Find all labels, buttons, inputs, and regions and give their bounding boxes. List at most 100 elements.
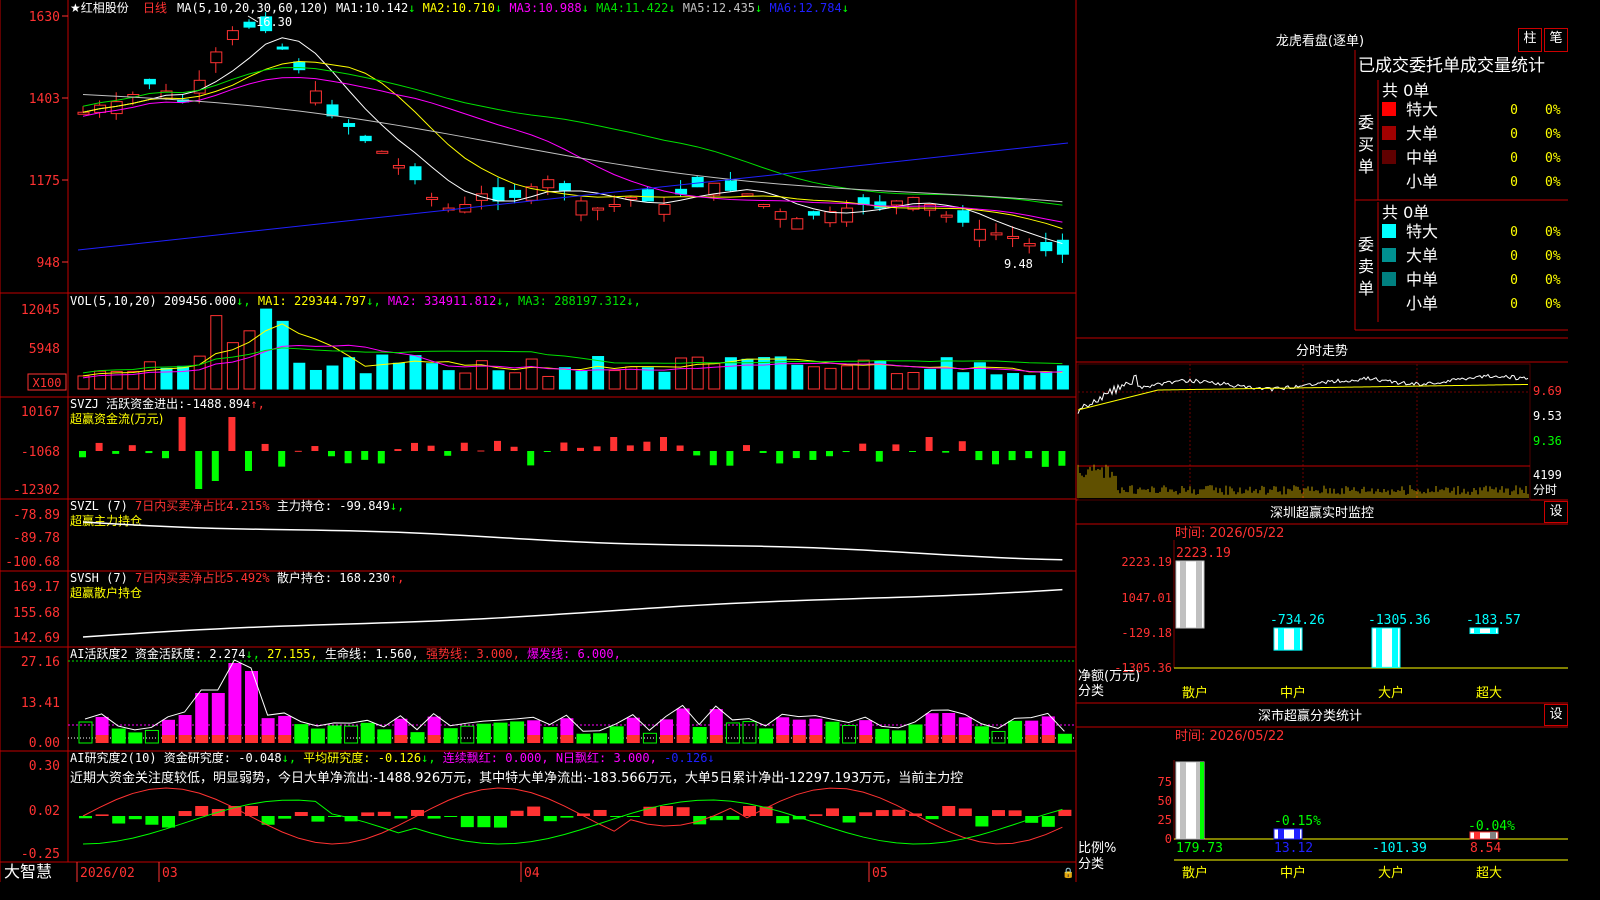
tick-view-button[interactable]: 笔: [1544, 28, 1568, 52]
vol-bar-down: [1056, 365, 1069, 390]
ai-active-bar-hot: [709, 709, 723, 735]
ai-active-bar: [1057, 733, 1072, 744]
sell-swatch: [1382, 224, 1396, 238]
candle-down: [691, 176, 704, 188]
brand-logo: 大智慧: [4, 862, 52, 881]
class-cat-label: 散户: [1182, 865, 1208, 881]
svzj-bar-down: [162, 451, 169, 459]
candle-up: [392, 164, 405, 169]
ai-active-bar: [510, 721, 525, 744]
candle-down: [359, 135, 372, 142]
price-tick: 948: [37, 256, 60, 271]
ma6-line: [77, 142, 1069, 251]
vol-bar-up: [110, 370, 123, 390]
svzl-tick: -89.78: [13, 531, 60, 546]
intraday-price-tick: 9.53: [1533, 409, 1562, 423]
svzj-bar-up: [128, 445, 136, 451]
candle-down: [409, 166, 422, 181]
stock-name-label: ★红相股份: [70, 0, 129, 15]
sell-swatch: [1382, 272, 1396, 286]
monitor-settings-button[interactable]: 设: [1544, 501, 1568, 523]
sell-row-count: 0: [1510, 273, 1518, 288]
vol-bar-up: [459, 372, 472, 390]
vol-bar-down: [309, 369, 322, 390]
svzj-bar-down: [776, 451, 784, 464]
ai-active-bar: [443, 728, 458, 744]
class-cat-label: 超大: [1476, 866, 1502, 881]
main-chart-area[interactable]: ★红相股份 日线 MA(5,10,20,30,60,120) MA1:10.142↓…: [0, 0, 1568, 882]
buy-row-count: 0: [1510, 175, 1518, 190]
svzj-bar-down: [195, 451, 203, 489]
vol-bar-up: [691, 356, 704, 390]
buy-row-pct: 0%: [1545, 151, 1561, 166]
ai-active-bar-base: [809, 735, 823, 743]
ai-research-bar-up: [992, 810, 1005, 816]
svzj-bar-down: [112, 451, 120, 454]
ai-active-bar-hot: [95, 716, 109, 735]
svzj-bar-down: [1008, 451, 1016, 461]
ai-active-bar-hot: [1025, 720, 1039, 735]
ai-active-bar-hot: [676, 708, 690, 735]
svzj-bar-up: [743, 445, 750, 451]
svzj-bar-down: [693, 451, 701, 456]
ai-active-bar-base: [195, 735, 209, 743]
monitor-time: 时间: 2026/05/22: [1175, 526, 1284, 541]
vol-bar-down: [359, 373, 372, 390]
candle-up: [758, 204, 771, 208]
ai-active-bar-base: [859, 735, 873, 743]
price-tick: 1630: [29, 10, 60, 25]
svzj-bar-down: [792, 451, 800, 459]
candle-up: [592, 207, 605, 211]
ai-active-bar-base: [394, 735, 408, 743]
vol-bar-up: [542, 375, 555, 390]
class-settings-button[interactable]: 设: [1544, 704, 1568, 726]
ai-research-bar-up: [1058, 809, 1072, 816]
buy-row-pct: 0%: [1545, 103, 1561, 118]
svzj-bar-down: [328, 451, 335, 457]
ai-active-bar: [476, 723, 491, 744]
candle-up: [940, 214, 953, 218]
monitor-bar-shade: [1180, 561, 1186, 628]
ai-active-bar: [493, 722, 508, 744]
svsh-line: [82, 588, 1063, 638]
buy-row-count: 0: [1510, 103, 1518, 118]
high-price-label: 16.30: [256, 15, 292, 29]
ai-research-bar-down: [162, 816, 175, 828]
sell-total: 共 0单: [1382, 203, 1429, 222]
vol-bar-up: [608, 370, 621, 390]
svsh-legend: SVSH (7) 7日内买卖净占比5.492% 散户持仓: 168.230↑,: [70, 570, 404, 585]
monitor-cat-label: 大户: [1378, 685, 1404, 701]
ai-active-bar: [593, 733, 608, 744]
svzj-bar-up: [925, 437, 933, 451]
ai-research-bar-up: [942, 806, 956, 816]
svzj-bar-up: [958, 441, 966, 451]
ma4-line: [82, 66, 1063, 206]
sell-row-label: 小单: [1406, 294, 1438, 313]
ai-active-bar: [759, 728, 774, 744]
bar-view-button[interactable]: 柱: [1518, 28, 1542, 52]
ai-active-bar-base: [958, 735, 972, 743]
date-label: 2026/02: [80, 866, 135, 881]
ai-research-tick: -0.25: [21, 847, 60, 862]
ai-research-legend: AI研究度2(10) 资金研究度: -0.048↓, 平均研究度: -0.126…: [70, 750, 715, 765]
sell-side-label: 单: [1358, 279, 1374, 298]
svzj-bar-down: [245, 451, 252, 471]
svzl-sub: 超赢主力持仓: [70, 513, 142, 528]
buy-side-label: 委: [1358, 113, 1374, 132]
svzj-bar-up: [95, 442, 103, 451]
candle-up: [973, 228, 986, 241]
svzj-bar-up: [676, 445, 684, 451]
svzj-bar-down: [79, 451, 86, 458]
class-pct-label: -0.04%: [1468, 819, 1515, 834]
ai-research-bar-up: [809, 814, 823, 816]
ai-research-bar-down: [444, 816, 458, 817]
date-label: 03: [162, 866, 178, 881]
monitor-bar-shade: [1196, 561, 1202, 628]
buy-total: 共 0单: [1382, 81, 1429, 100]
ai-research-bar-down: [925, 816, 939, 820]
svzl-tick: -78.89: [13, 508, 60, 523]
monitor-x-label: 分类: [1078, 684, 1104, 699]
svzj-bar-up: [610, 437, 618, 451]
intraday-vol-unit: 分时: [1533, 483, 1557, 497]
candle-up: [575, 200, 588, 216]
